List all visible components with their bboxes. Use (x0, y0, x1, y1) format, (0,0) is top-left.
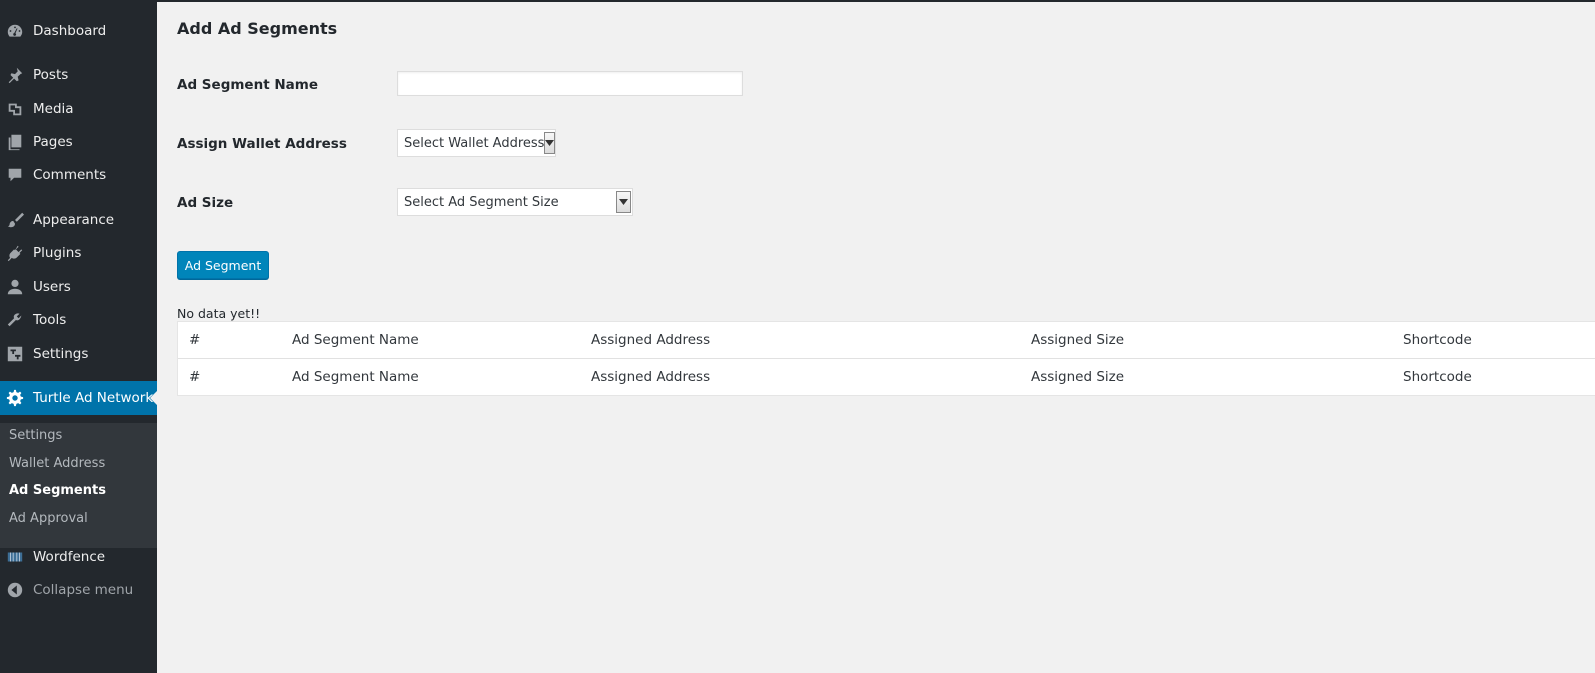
menu-item-media[interactable]: Media (0, 92, 157, 126)
menu-item-appearance[interactable]: Appearance (0, 203, 157, 237)
ad-size-label: Ad Size (177, 195, 234, 211)
chevron-down-icon[interactable] (616, 191, 631, 213)
media-icon (6, 100, 24, 118)
table-footer-row: # Ad Segment Name Assigned Address Assig… (178, 359, 1595, 395)
menu-label: Collapse menu (33, 582, 134, 598)
wordfence-icon (6, 548, 24, 566)
menu-item-comments[interactable]: Comments (0, 158, 157, 192)
gear-icon (6, 389, 24, 407)
menu-label: Plugins (33, 245, 82, 261)
column-footer-shortcode: Shortcode (1403, 369, 1472, 385)
dashboard-icon (6, 22, 24, 40)
plugin-icon (6, 244, 24, 262)
menu-item-wordfence[interactable]: Wordfence (0, 540, 157, 574)
column-footer-name: Ad Segment Name (292, 369, 419, 385)
empty-state-message: No data yet!! (177, 306, 261, 321)
ad-segments-table: # Ad Segment Name Assigned Address Assig… (177, 321, 1595, 396)
column-header-size: Assigned Size (1031, 332, 1125, 348)
menu-label: Dashboard (33, 23, 107, 39)
user-icon (6, 278, 24, 296)
comment-icon (6, 166, 24, 184)
submenu-item-ad-segments[interactable]: Ad Segments (9, 483, 106, 498)
ad-size-select[interactable]: Select Ad Segment Size (397, 188, 633, 216)
menu-item-dashboard[interactable]: Dashboard (0, 14, 157, 48)
menu-label: Tools (33, 312, 67, 328)
collapse-icon (6, 581, 24, 599)
ad-segment-submit-button[interactable]: Ad Segment (177, 251, 269, 279)
main-content: Add Ad Segments Ad Segment Name Assign W… (157, 2, 1595, 673)
menu-label: Settings (33, 346, 89, 362)
ad-segment-name-label: Ad Segment Name (177, 77, 318, 93)
menu-item-plugins[interactable]: Plugins (0, 236, 157, 270)
collapse-menu-button[interactable]: Collapse menu (0, 573, 157, 607)
turtle-ad-network-submenu: Settings Wallet Address Ad Segments Ad A… (0, 423, 157, 548)
menu-label: Turtle Ad Network (33, 390, 154, 406)
menu-item-tools[interactable]: Tools (0, 303, 157, 337)
menu-label: Pages (33, 134, 73, 150)
column-header-name: Ad Segment Name (292, 332, 419, 348)
menu-label: Media (33, 101, 74, 117)
menu-item-users[interactable]: Users (0, 270, 157, 304)
menu-label: Users (33, 279, 71, 295)
assign-wallet-address-label: Assign Wallet Address (177, 136, 347, 152)
pages-icon (6, 133, 24, 151)
wallet-address-select[interactable]: Select Wallet Address (397, 129, 556, 157)
menu-item-settings[interactable]: Settings (0, 337, 157, 371)
column-footer-number: # (189, 369, 201, 385)
menu-item-turtle-ad-network[interactable]: Turtle Ad Network (0, 381, 157, 415)
menu-item-pages[interactable]: Pages (0, 125, 157, 159)
column-header-shortcode: Shortcode (1403, 332, 1472, 348)
column-footer-address: Assigned Address (591, 369, 711, 385)
menu-label: Posts (33, 67, 69, 83)
paintbrush-icon (6, 211, 24, 229)
ad-segment-name-input[interactable] (397, 71, 743, 96)
page-title: Add Ad Segments (177, 19, 338, 38)
pin-icon (6, 66, 24, 84)
submenu-item-ad-approval[interactable]: Ad Approval (9, 511, 88, 526)
admin-sidebar: Dashboard Posts Media Pages Comments App… (0, 0, 157, 673)
settings-icon (6, 345, 24, 363)
menu-label: Comments (33, 167, 107, 183)
column-header-number: # (189, 332, 201, 348)
table-header-row: # Ad Segment Name Assigned Address Assig… (178, 322, 1595, 359)
ad-size-selected: Select Ad Segment Size (404, 194, 559, 210)
menu-label: Wordfence (33, 549, 106, 565)
column-header-address: Assigned Address (591, 332, 711, 348)
wallet-address-selected: Select Wallet Address (404, 135, 545, 151)
column-footer-size: Assigned Size (1031, 369, 1125, 385)
chevron-down-icon[interactable] (544, 132, 556, 154)
menu-label: Appearance (33, 212, 115, 228)
submenu-item-wallet-address[interactable]: Wallet Address (9, 456, 105, 471)
menu-item-posts[interactable]: Posts (0, 58, 157, 92)
wrench-icon (6, 311, 24, 329)
submenu-item-settings[interactable]: Settings (9, 428, 62, 443)
